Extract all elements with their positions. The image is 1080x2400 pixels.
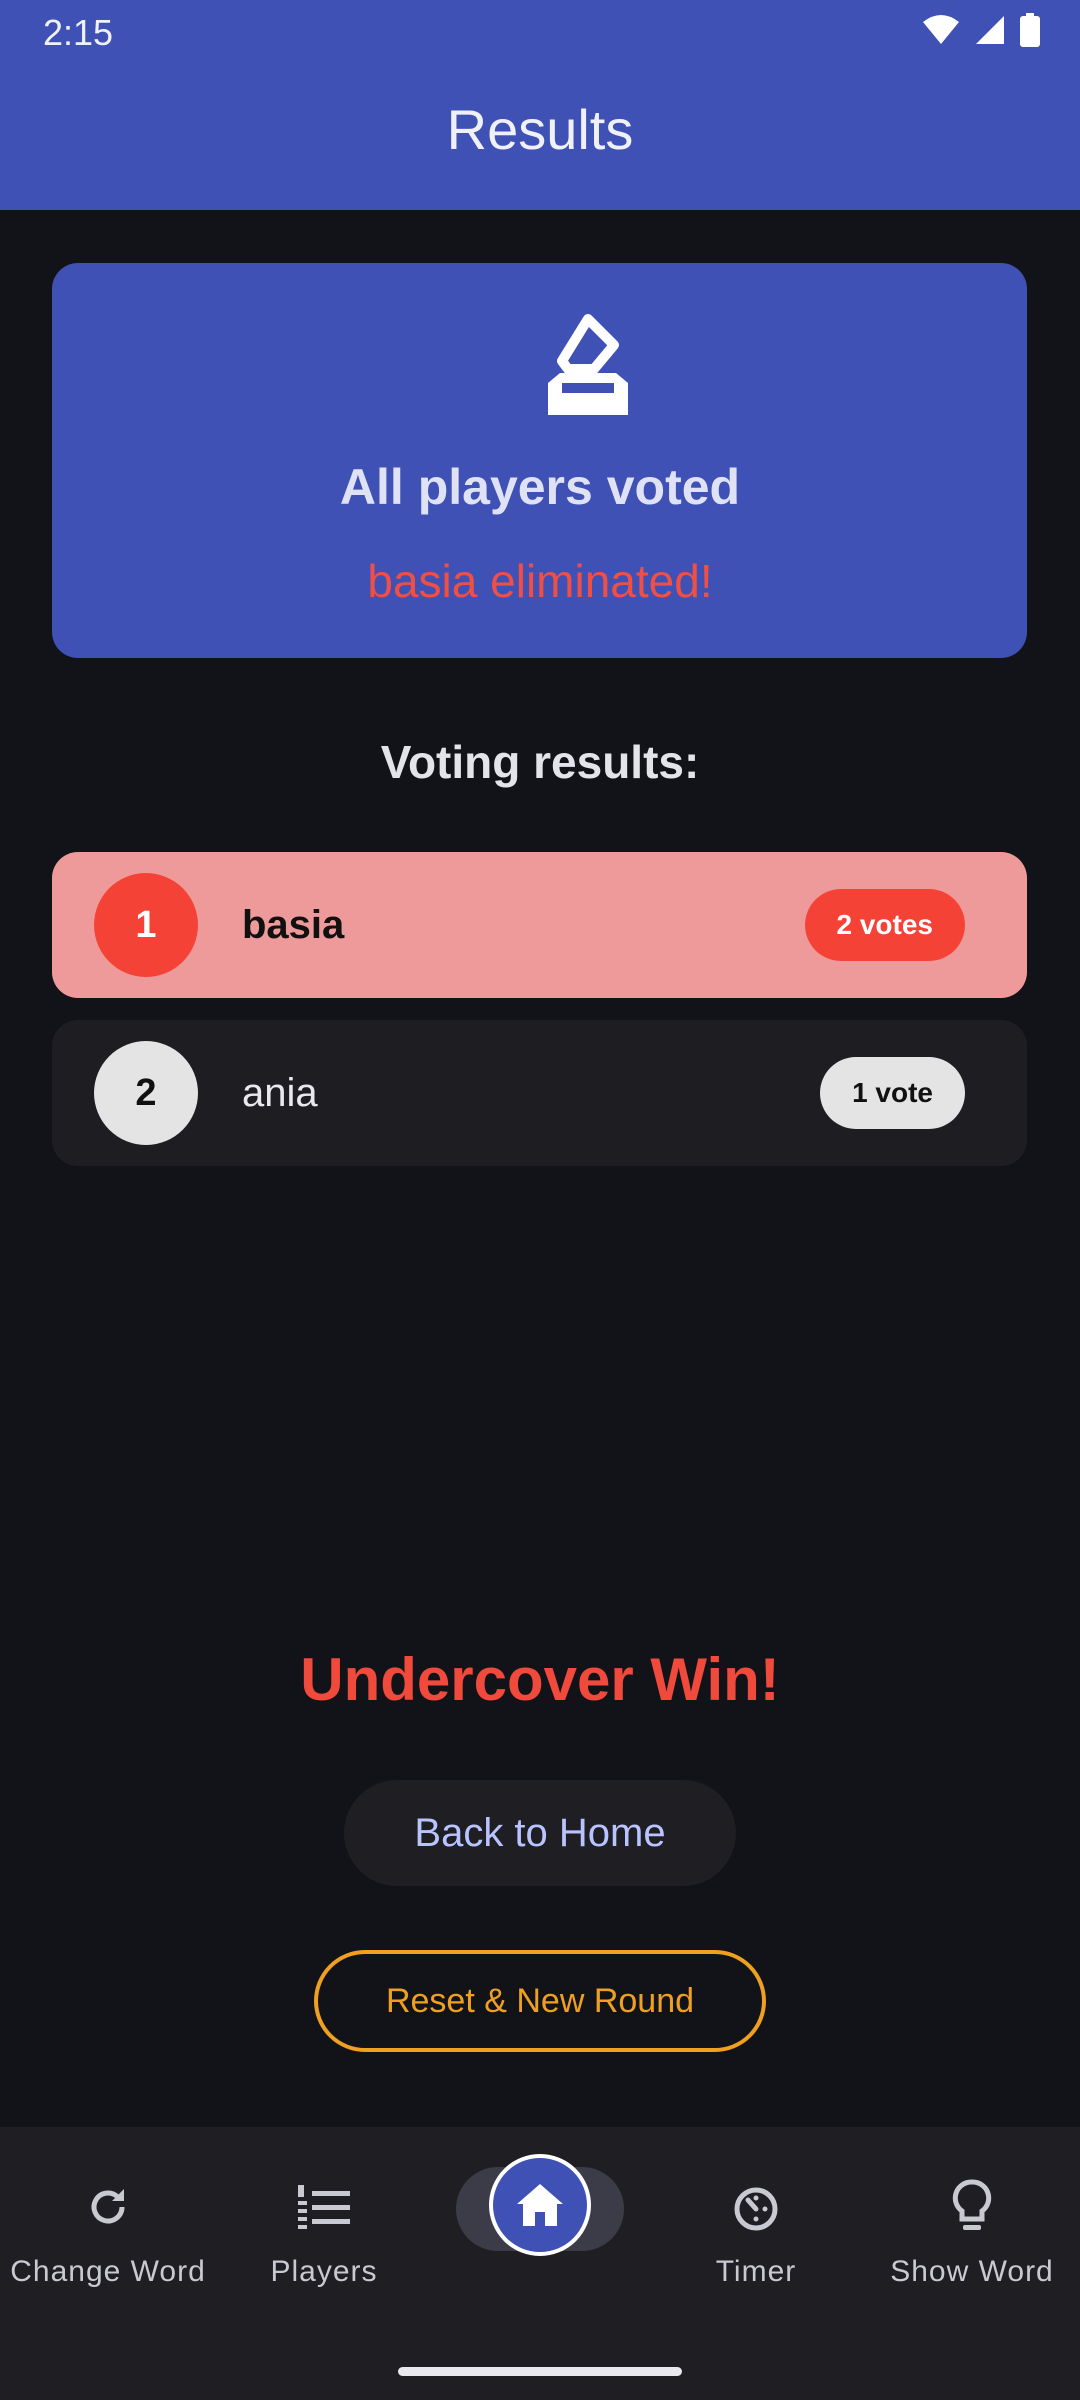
game-outcome: Undercover Win! [300,1646,780,1713]
home-icon [517,2184,563,2226]
vote-card-title: All players voted [339,459,741,515]
vote-count-badge: 2 votes [804,889,965,961]
app-bar: Results [0,60,1080,210]
gesture-bar [398,2367,682,2376]
reset-new-round-button[interactable]: Reset & New Round [314,1950,766,2052]
rank-badge: 2 [94,1041,198,1145]
bottom-nav: Change Word Players Timer Show Word [0,2127,1080,2400]
lightbulb-icon [952,2179,992,2230]
wifi-icon [923,15,959,44]
page-title: Results [446,97,634,161]
nav-show-word[interactable]: Show Word [864,2127,1080,2327]
nav-timer[interactable]: Timer [648,2127,864,2327]
refresh-icon [91,2189,125,2224]
player-name: ania [242,1070,318,1115]
result-row: 1 basia 2 votes [52,852,1027,998]
status-time: 2:15 [43,12,114,53]
status-icons [922,12,1040,48]
nav-label: Show Word [890,2255,1054,2288]
rank-badge: 1 [94,873,198,977]
timer-icon [734,2187,778,2231]
elimination-message: basia eliminated! [367,555,713,607]
result-row: 2 ania 1 vote [52,1020,1027,1166]
nav-label: Change Word [10,2255,206,2288]
player-name: basia [242,902,345,947]
nav-label: Timer [715,2255,797,2288]
results-heading: Voting results: [380,736,700,788]
vote-count-badge: 1 vote [820,1057,965,1129]
nav-players[interactable]: Players [216,2127,432,2327]
back-to-home-button[interactable]: Back to Home [344,1780,736,1886]
numbered-list-icon [298,2185,350,2229]
nav-home-button[interactable] [489,2154,591,2256]
ballot-icon [548,314,628,415]
status-bar: 2:15 [0,0,1080,60]
battery-icon [1020,13,1040,47]
signal-icon [976,16,1004,44]
nav-change-word[interactable]: Change Word [0,2127,216,2327]
nav-label: Players [270,2255,378,2288]
